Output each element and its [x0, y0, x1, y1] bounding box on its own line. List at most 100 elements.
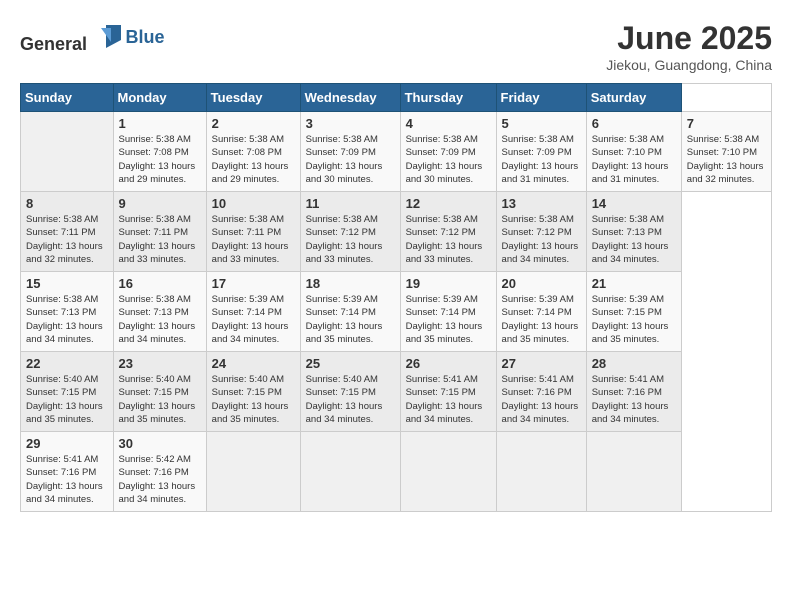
day-info: Sunrise: 5:39 AMSunset: 7:15 PMDaylight:…: [592, 293, 676, 346]
header: General Blue June 2025 Jiekou, Guangdong…: [20, 20, 772, 73]
calendar-body: 1 Sunrise: 5:38 AMSunset: 7:08 PMDaylight…: [21, 112, 772, 512]
day-info: Sunrise: 5:38 AMSunset: 7:08 PMDaylight:…: [212, 133, 295, 186]
header-cell-monday: Monday: [113, 84, 206, 112]
calendar-cell: 30Sunrise: 5:42 AMSunset: 7:16 PMDayligh…: [113, 432, 206, 512]
calendar-cell: 14Sunrise: 5:38 AMSunset: 7:13 PMDayligh…: [586, 192, 681, 272]
calendar-cell: 1 Sunrise: 5:38 AMSunset: 7:08 PMDaylight…: [113, 112, 206, 192]
day-number: 16: [119, 276, 201, 291]
day-info: Sunrise: 5:38 AMSunset: 7:11 PMDaylight:…: [212, 213, 295, 266]
day-info: Sunrise: 5:38 AMSunset: 7:09 PMDaylight:…: [502, 133, 581, 186]
day-info: Sunrise: 5:40 AMSunset: 7:15 PMDaylight:…: [119, 373, 201, 426]
day-number: 13: [502, 196, 581, 211]
day-number: 8: [26, 196, 108, 211]
calendar-cell: 15 Sunrise: 5:38 AMSunset: 7:13 PMDayligh…: [21, 272, 114, 352]
calendar-cell: [586, 432, 681, 512]
day-info: Sunrise: 5:41 AMSunset: 7:16 PMDaylight:…: [592, 373, 676, 426]
day-info: Sunrise: 5:38 AMSunset: 7:12 PMDaylight:…: [502, 213, 581, 266]
calendar-cell: 25 Sunrise: 5:40 AMSunset: 7:15 PMDayligh…: [300, 352, 400, 432]
calendar-cell: 28 Sunrise: 5:41 AMSunset: 7:16 PMDayligh…: [586, 352, 681, 432]
day-info: Sunrise: 5:38 AMSunset: 7:12 PMDaylight:…: [406, 213, 491, 266]
calendar-cell: [300, 432, 400, 512]
day-info: Sunrise: 5:38 AMSunset: 7:10 PMDaylight:…: [687, 133, 766, 186]
calendar-week-4: 29 Sunrise: 5:41 AMSunset: 7:16 PMDayligh…: [21, 432, 772, 512]
calendar-cell: 20 Sunrise: 5:39 AMSunset: 7:14 PMDayligh…: [496, 272, 586, 352]
calendar-cell: 3Sunrise: 5:38 AMSunset: 7:09 PMDaylight…: [300, 112, 400, 192]
day-info: Sunrise: 5:39 AMSunset: 7:14 PMDaylight:…: [502, 293, 581, 346]
day-number: 20: [502, 276, 581, 291]
calendar-table: SundayMondayTuesdayWednesdayThursdayFrid…: [20, 83, 772, 512]
calendar-cell: 5 Sunrise: 5:38 AMSunset: 7:09 PMDaylight…: [496, 112, 586, 192]
calendar-cell: 7 Sunrise: 5:38 AMSunset: 7:10 PMDaylight…: [681, 112, 771, 192]
calendar-cell: 26Sunrise: 5:41 AMSunset: 7:15 PMDayligh…: [400, 352, 496, 432]
day-number: 3: [306, 116, 395, 131]
calendar-week-0: 1 Sunrise: 5:38 AMSunset: 7:08 PMDaylight…: [21, 112, 772, 192]
day-number: 24: [212, 356, 295, 371]
day-info: Sunrise: 5:38 AMSunset: 7:11 PMDaylight:…: [119, 213, 201, 266]
day-number: 10: [212, 196, 295, 211]
calendar-cell: 8 Sunrise: 5:38 AMSunset: 7:11 PMDaylight…: [21, 192, 114, 272]
month-title: June 2025: [606, 20, 772, 57]
calendar-cell: 10 Sunrise: 5:38 AMSunset: 7:11 PMDayligh…: [206, 192, 300, 272]
day-number: 15: [26, 276, 108, 291]
day-number: 22: [26, 356, 108, 371]
day-number: 1: [119, 116, 201, 131]
day-info: Sunrise: 5:39 AMSunset: 7:14 PMDaylight:…: [212, 293, 295, 346]
calendar-cell: 12 Sunrise: 5:38 AMSunset: 7:12 PMDayligh…: [400, 192, 496, 272]
title-area: June 2025 Jiekou, Guangdong, China: [606, 20, 772, 73]
logo-icon: [96, 20, 126, 50]
day-info: Sunrise: 5:41 AMSunset: 7:16 PMDaylight:…: [26, 453, 108, 506]
day-number: 17: [212, 276, 295, 291]
calendar-cell: 24 Sunrise: 5:40 AMSunset: 7:15 PMDayligh…: [206, 352, 300, 432]
day-number: 28: [592, 356, 676, 371]
calendar-cell: [206, 432, 300, 512]
day-number: 9: [119, 196, 201, 211]
day-number: 7: [687, 116, 766, 131]
header-cell-thursday: Thursday: [400, 84, 496, 112]
header-cell-wednesday: Wednesday: [300, 84, 400, 112]
day-number: 25: [306, 356, 395, 371]
day-number: 6: [592, 116, 676, 131]
day-info: Sunrise: 5:38 AMSunset: 7:13 PMDaylight:…: [26, 293, 108, 346]
day-number: 26: [406, 356, 491, 371]
day-info: Sunrise: 5:39 AMSunset: 7:14 PMDaylight:…: [406, 293, 491, 346]
day-info: Sunrise: 5:38 AMSunset: 7:10 PMDaylight:…: [592, 133, 676, 186]
calendar-cell: 16 Sunrise: 5:38 AMSunset: 7:13 PMDayligh…: [113, 272, 206, 352]
calendar-cell: 29 Sunrise: 5:41 AMSunset: 7:16 PMDayligh…: [21, 432, 114, 512]
day-number: 14: [592, 196, 676, 211]
day-info: Sunrise: 5:41 AMSunset: 7:16 PMDaylight:…: [502, 373, 581, 426]
calendar-cell: 18Sunrise: 5:39 AMSunset: 7:14 PMDayligh…: [300, 272, 400, 352]
calendar-cell: 23Sunrise: 5:40 AMSunset: 7:15 PMDayligh…: [113, 352, 206, 432]
day-number: 18: [306, 276, 395, 291]
day-info: Sunrise: 5:38 AMSunset: 7:11 PMDaylight:…: [26, 213, 108, 266]
day-info: Sunrise: 5:38 AMSunset: 7:13 PMDaylight:…: [119, 293, 201, 346]
day-number: 30: [119, 436, 201, 451]
header-cell-sunday: Sunday: [21, 84, 114, 112]
day-info: Sunrise: 5:38 AMSunset: 7:08 PMDaylight:…: [119, 133, 201, 186]
calendar-cell: 9 Sunrise: 5:38 AMSunset: 7:11 PMDaylight…: [113, 192, 206, 272]
logo: General Blue: [20, 20, 165, 55]
day-number: 29: [26, 436, 108, 451]
header-cell-friday: Friday: [496, 84, 586, 112]
day-number: 5: [502, 116, 581, 131]
day-number: 11: [306, 196, 395, 211]
day-info: Sunrise: 5:40 AMSunset: 7:15 PMDaylight:…: [212, 373, 295, 426]
header-cell-tuesday: Tuesday: [206, 84, 300, 112]
day-number: 4: [406, 116, 491, 131]
day-number: 27: [502, 356, 581, 371]
calendar-cell: 2 Sunrise: 5:38 AMSunset: 7:08 PMDaylight…: [206, 112, 300, 192]
calendar-cell: 13 Sunrise: 5:38 AMSunset: 7:12 PMDayligh…: [496, 192, 586, 272]
day-number: 12: [406, 196, 491, 211]
logo-blue: Blue: [126, 27, 165, 47]
calendar-week-2: 15 Sunrise: 5:38 AMSunset: 7:13 PMDayligh…: [21, 272, 772, 352]
day-number: 2: [212, 116, 295, 131]
calendar-header-row: SundayMondayTuesdayWednesdayThursdayFrid…: [21, 84, 772, 112]
day-info: Sunrise: 5:40 AMSunset: 7:15 PMDaylight:…: [26, 373, 108, 426]
calendar-cell: 4Sunrise: 5:38 AMSunset: 7:09 PMDaylight…: [400, 112, 496, 192]
calendar-cell: 27 Sunrise: 5:41 AMSunset: 7:16 PMDayligh…: [496, 352, 586, 432]
day-info: Sunrise: 5:40 AMSunset: 7:15 PMDaylight:…: [306, 373, 395, 426]
day-number: 21: [592, 276, 676, 291]
day-number: 19: [406, 276, 491, 291]
calendar-cell: 19 Sunrise: 5:39 AMSunset: 7:14 PMDayligh…: [400, 272, 496, 352]
calendar-cell: 21 Sunrise: 5:39 AMSunset: 7:15 PMDayligh…: [586, 272, 681, 352]
logo-general: General: [20, 34, 87, 54]
